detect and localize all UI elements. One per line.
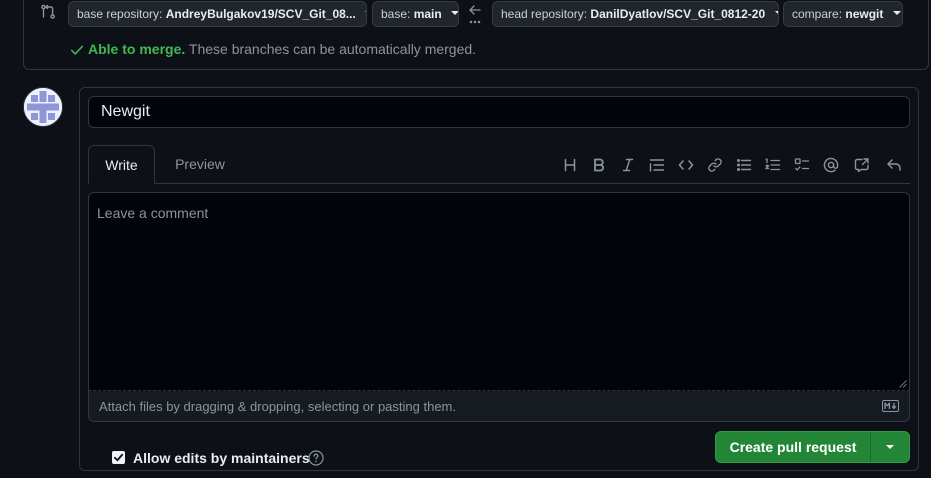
check-icon: [70, 45, 84, 55]
chevron-down-icon: [892, 10, 901, 15]
arrow-left-icon: [469, 5, 481, 24]
identicon-image: [24, 88, 62, 126]
numbered-list-icon[interactable]: [763, 156, 783, 174]
allow-edits-label: Allow edits by maintainers: [133, 450, 310, 466]
task-list-icon[interactable]: [792, 156, 812, 174]
base-branch-value: main: [413, 7, 442, 21]
compare-branch-dropdown[interactable]: compare: newgit: [783, 1, 903, 27]
code-icon[interactable]: [676, 156, 696, 174]
compare-branch-label: compare:: [792, 7, 843, 21]
reference-icon[interactable]: [852, 156, 872, 174]
base-branch-label: base:: [381, 7, 411, 21]
chevron-down-icon: [774, 10, 778, 15]
merge-status-text: These branches can be automatically merg…: [188, 41, 477, 57]
head-repository-dropdown[interactable]: head repository: DanilDyatlov/SCV_Git_08…: [492, 1, 779, 27]
question-icon[interactable]: [308, 450, 324, 466]
merge-status: Able to merge. These branches can be aut…: [70, 41, 476, 57]
check-icon: [113, 453, 124, 462]
mention-icon[interactable]: [821, 156, 841, 174]
head-repository-value: DanilDyatlov/SCV_Git_0812-20: [590, 7, 766, 21]
chevron-down-icon: [365, 10, 366, 15]
attach-instructions: Attach files by dragging & dropping, sel…: [99, 399, 456, 414]
file-attachment-bar[interactable]: Attach files by dragging & dropping, sel…: [88, 391, 910, 422]
head-repository-label: head repository:: [501, 7, 588, 21]
chevron-down-icon: [451, 10, 458, 15]
chevron-down-icon: [886, 445, 894, 449]
compare-branch-value: newgit: [845, 7, 884, 21]
bold-icon[interactable]: [589, 156, 609, 174]
base-repository-label: base repository:: [77, 7, 163, 21]
resize-handle-icon[interactable]: [899, 380, 907, 388]
allow-edits-checkbox[interactable]: [112, 451, 125, 464]
compare-arrows-icon: [41, 4, 55, 19]
create-pull-request-button-group: Create pull request: [715, 431, 910, 463]
reply-icon[interactable]: [884, 156, 904, 174]
base-branch-dropdown[interactable]: base: main: [372, 1, 459, 27]
link-icon[interactable]: [705, 156, 725, 174]
comment-textarea[interactable]: Leave a comment: [88, 192, 910, 391]
heading-icon[interactable]: [560, 156, 580, 174]
tab-write[interactable]: Write: [88, 145, 155, 184]
comment-placeholder: Leave a comment: [97, 205, 209, 221]
base-repository-dropdown[interactable]: base repository: AndreyBulgakov19/SCV_Gi…: [68, 1, 367, 27]
italic-icon[interactable]: [618, 156, 638, 174]
title-input[interactable]: Newgit: [88, 96, 910, 128]
quote-icon[interactable]: [647, 156, 667, 174]
tab-preview[interactable]: Preview: [160, 145, 240, 184]
create-pull-request-button[interactable]: Create pull request: [716, 432, 870, 462]
avatar[interactable]: [23, 87, 63, 127]
bulleted-list-icon[interactable]: [734, 156, 754, 174]
create-options-dropdown[interactable]: [871, 432, 909, 462]
base-repository-value: AndreyBulgakov19/SCV_Git_08...: [165, 7, 356, 21]
markdown-icon[interactable]: [882, 400, 899, 412]
merge-status-strong: Able to merge.: [88, 41, 186, 57]
